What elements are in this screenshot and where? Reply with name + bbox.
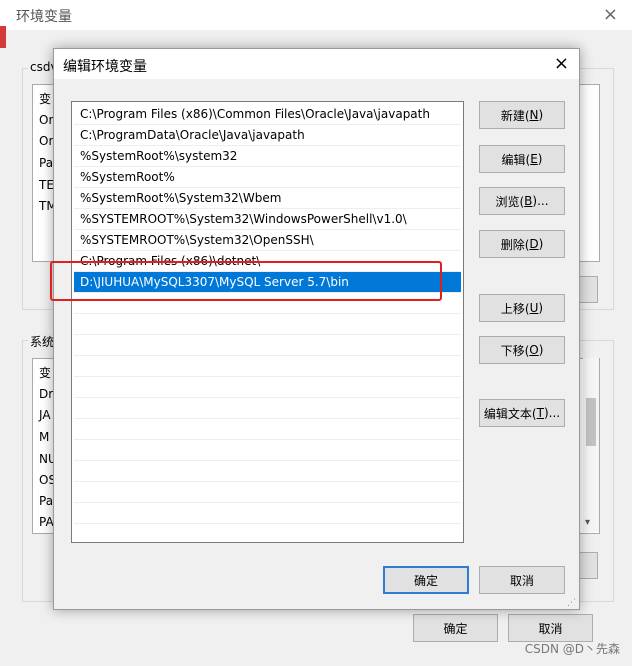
empty-row[interactable] [74, 377, 461, 398]
outer-title-bar: 环境变量 × [0, 0, 632, 30]
dialog-title: 编辑环境变量 [63, 59, 147, 75]
outer-close-icon[interactable]: × [603, 4, 618, 25]
empty-row[interactable] [74, 482, 461, 503]
delete-tail: ) [538, 237, 544, 251]
scroll-down-arrow-icon[interactable]: ▾ [585, 517, 590, 528]
delete-label: 删除( [500, 237, 530, 252]
move-down-label: 下移( [500, 343, 530, 358]
system-var-row[interactable]: JA [39, 405, 51, 426]
outer-cancel-button[interactable]: 取消 [508, 614, 593, 642]
browse-button[interactable]: 浏览(B)... [479, 187, 565, 215]
delete-accesskey: D [529, 237, 539, 251]
path-row[interactable]: %SYSTEMROOT%\System32\WindowsPowerShell\… [74, 209, 461, 230]
outer-cancel-label: 取消 [538, 621, 563, 636]
path-row-selected[interactable]: D:\JIUHUA\MySQL3307\MySQL Server 5.7\bin [74, 272, 461, 293]
system-var-row[interactable]: M [39, 427, 49, 448]
user-var-row[interactable]: TE [39, 175, 54, 196]
edit-text-label: 编辑文本( [483, 406, 537, 421]
new-tail: ) [538, 108, 544, 122]
edit-label: 编辑( [501, 152, 531, 167]
empty-row[interactable] [74, 461, 461, 482]
dialog-title-bar: 编辑环境变量 × [54, 49, 579, 79]
path-list[interactable]: C:\Program Files (x86)\Common Files\Orac… [71, 101, 464, 543]
new-button[interactable]: 新建(N) [479, 101, 565, 129]
delete-button[interactable]: 删除(D) [479, 230, 565, 258]
path-row[interactable]: %SystemRoot%\System32\Wbem [74, 188, 461, 209]
browse-accesskey: B [524, 194, 533, 208]
move-up-tail: ) [538, 301, 544, 315]
empty-row[interactable] [74, 503, 461, 524]
edit-tail: ) [537, 152, 543, 166]
dialog-ok-button[interactable]: 确定 [383, 566, 469, 594]
move-down-button[interactable]: 下移(O) [479, 336, 565, 364]
dialog-cancel-label: 取消 [509, 573, 534, 588]
system-var-row[interactable]: Dr [39, 384, 53, 405]
outer-ok-button[interactable]: 确定 [413, 614, 498, 642]
empty-row[interactable] [74, 398, 461, 419]
browse-tail: )... [532, 194, 549, 208]
browse-label: 浏览( [495, 194, 525, 209]
move-up-button[interactable]: 上移(U) [479, 294, 565, 322]
edit-text-accesskey: T [536, 406, 544, 420]
move-down-tail: ) [538, 343, 544, 357]
system-delete-button-edge[interactable] [578, 552, 598, 579]
path-row[interactable]: C:\ProgramData\Oracle\Java\javapath [74, 125, 461, 146]
edit-text-tail: )... [543, 406, 561, 420]
dialog-close-icon[interactable]: × [554, 53, 569, 74]
edit-button[interactable]: 编辑(E) [479, 145, 565, 173]
system-group-label: 系统 [28, 333, 57, 350]
edit-env-variable-dialog: 编辑环境变量 × C:\Program Files (x86)\Common F… [53, 48, 580, 610]
resize-grip-icon[interactable]: ⋰ [567, 598, 576, 608]
user-var-row[interactable]: 变 [39, 89, 51, 110]
system-var-row[interactable]: Pa [39, 491, 53, 512]
new-accesskey: N [529, 108, 539, 122]
dialog-ok-label: 确定 [413, 573, 438, 588]
system-var-row[interactable]: PA [39, 512, 54, 533]
empty-row[interactable] [74, 293, 461, 314]
user-var-row[interactable]: Pa [39, 153, 53, 174]
new-label: 新建( [500, 108, 530, 123]
empty-row[interactable] [74, 314, 461, 335]
move-up-label: 上移( [500, 301, 530, 316]
system-var-row[interactable]: 变 [39, 363, 51, 384]
move-up-accesskey: U [529, 301, 539, 315]
system-list-scroll-thumb[interactable] [586, 398, 596, 446]
background-edge [0, 26, 6, 48]
empty-row[interactable] [74, 419, 461, 440]
path-row[interactable]: %SystemRoot%\system32 [74, 146, 461, 167]
empty-row[interactable] [74, 335, 461, 356]
path-row[interactable]: C:\Program Files (x86)\dotnet\ [74, 251, 461, 272]
empty-row[interactable] [74, 440, 461, 461]
dialog-cancel-button[interactable]: 取消 [479, 566, 565, 594]
path-row[interactable]: C:\Program Files (x86)\Common Files\Orac… [74, 104, 461, 125]
outer-ok-label: 确定 [443, 621, 468, 636]
move-down-accesskey: O [529, 343, 539, 357]
outer-window-title: 环境变量 [16, 9, 72, 25]
watermark: CSDN @D丶先森 [524, 642, 620, 656]
user-delete-button-edge[interactable] [578, 276, 598, 303]
path-row[interactable]: %SystemRoot% [74, 167, 461, 188]
edit-text-button[interactable]: 编辑文本(T)... [479, 399, 565, 427]
path-row[interactable]: %SYSTEMROOT%\System32\OpenSSH\ [74, 230, 461, 251]
edit-accesskey: E [530, 152, 538, 166]
empty-row[interactable] [74, 356, 461, 377]
